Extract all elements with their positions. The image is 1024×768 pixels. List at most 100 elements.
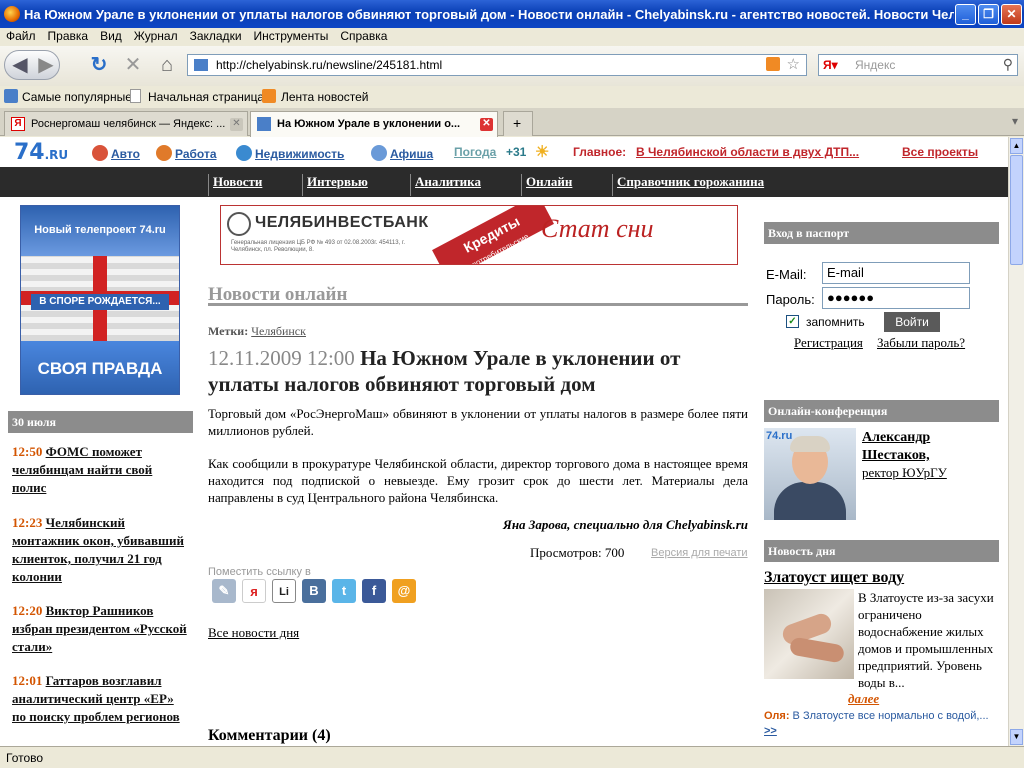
bank-license: Генеральная лицензия ЦБ РФ № 493 от 02.0… (231, 240, 406, 253)
news-item[interactable]: 12:50 ФОМС поможет челябинцам найти свой… (12, 443, 187, 497)
day-news-header: Новость дня (764, 540, 999, 562)
scrollbar-thumb[interactable] (1010, 155, 1023, 265)
comment-text[interactable]: В Златоусте все нормально с водой,... (793, 710, 989, 722)
close-window-button[interactable]: ✕ (1001, 4, 1022, 25)
main-news-link[interactable]: В Челябинской области в двух ДТП... (636, 145, 859, 159)
rss-icon[interactable] (766, 57, 780, 71)
menu-tools[interactable]: Инструменты (248, 28, 335, 43)
news-item[interactable]: 12:23 Челябинский монтажник окон, убивав… (12, 514, 187, 586)
all-projects-link[interactable]: Все проекты (902, 145, 978, 159)
bank-ad-banner[interactable]: ЧЕЛЯБИНВЕСТБАНК Генеральная лицензия ЦБ … (220, 205, 738, 265)
search-icon[interactable]: ⚲ (1003, 56, 1013, 73)
site-favicon-icon (257, 117, 271, 131)
news-item[interactable]: 12:01 Гаттаров возглавил аналитический ц… (12, 672, 187, 726)
tab-article[interactable]: На Южном Урале в уклонении о... ✕ (250, 111, 498, 137)
day-news-photo[interactable] (764, 589, 854, 679)
tab-list-icon[interactable]: ▾ (1012, 114, 1018, 128)
password-field[interactable]: ●●●●●● (822, 287, 970, 309)
twitter-icon[interactable]: t (332, 579, 356, 603)
menu-view[interactable]: Вид (94, 28, 128, 43)
weather-link[interactable]: Погода (454, 145, 496, 159)
bookmark-news-feed[interactable]: Лента новостей (281, 90, 369, 104)
day-news-more-link[interactable]: далее (848, 691, 879, 707)
menu-help[interactable]: Справка (334, 28, 393, 43)
minimize-button[interactable]: _ (955, 4, 976, 25)
remember-checkbox[interactable]: ✓ (786, 315, 799, 328)
vkontakte-icon[interactable]: B (302, 579, 326, 603)
photo-hair (790, 436, 830, 452)
conference-header: Онлайн-конференция (764, 400, 999, 422)
menu-edit[interactable]: Правка (42, 28, 95, 43)
firefox-icon (4, 6, 20, 22)
comments-header: Комментарии (4) (208, 727, 331, 744)
search-bar[interactable]: Я▾ Яндекс ⚲ (818, 54, 1018, 76)
register-link[interactable]: Регистрация (794, 335, 863, 351)
new-tab-button[interactable]: + (503, 111, 533, 136)
url-bar[interactable]: http://chelyabinsk.ru/newsline/245181.ht… (187, 54, 807, 76)
menu-history[interactable]: Журнал (128, 28, 184, 43)
back-icon[interactable]: ◀ (9, 55, 31, 75)
scroll-down-arrow-icon[interactable]: ▼ (1010, 729, 1023, 745)
top-link-work[interactable]: Работа (175, 147, 217, 161)
tab-yandex[interactable]: Я Роснергомаш челябинск — Яндекс: ... ✕ (4, 111, 248, 136)
nav-directory[interactable]: Справочник горожанина (612, 174, 812, 196)
weather-sun-icon: ☀ (535, 144, 550, 161)
top-link-auto[interactable]: Авто (111, 147, 140, 161)
promo-banner[interactable]: Новый телепроект 74.ru В СПОРЕ РОЖДАЕТСЯ… (20, 205, 180, 395)
lj-icon[interactable]: ✎ (212, 579, 236, 603)
maximize-button[interactable]: ❐ (978, 4, 999, 25)
moikrug-icon[interactable]: я (242, 579, 266, 603)
conference-guest-role[interactable]: ректор ЮУрГУ (862, 465, 947, 481)
comment-more-link[interactable]: >> (764, 725, 777, 737)
liveinternet-icon[interactable]: Li (272, 579, 296, 603)
forward-icon[interactable]: ▶ (35, 55, 57, 75)
top-link-poster[interactable]: Афиша (390, 147, 433, 161)
article-tags: Метки: Челябинск (208, 324, 306, 339)
news-item[interactable]: 12:20 Виктор Рашников избран президентом… (12, 602, 187, 656)
article-paragraph: Торговый дом «РосЭнергоМаш» обвиняют в у… (208, 406, 748, 438)
search-placeholder: Яндекс (855, 58, 896, 72)
all-news-link[interactable]: Все новости дня (208, 625, 299, 641)
status-bar: Готово (0, 746, 1024, 768)
tag-link[interactable]: Челябинск (251, 324, 306, 338)
facebook-icon[interactable]: f (362, 579, 386, 603)
poster-icon (371, 145, 387, 161)
promo-top-text: Новый телепроект 74.ru (21, 206, 179, 256)
nav-online[interactable]: Онлайн (521, 174, 609, 196)
mailru-icon[interactable]: @ (392, 579, 416, 603)
stop-icon[interactable]: ✕ (122, 55, 144, 75)
nav-news[interactable]: Новости (208, 174, 300, 196)
logo-number: 74 (14, 140, 45, 165)
site-logo[interactable]: 74.RU (14, 140, 68, 165)
bookmark-popular[interactable]: Самые популярные (22, 90, 132, 104)
vertical-scrollbar[interactable]: ▲ ▼ (1008, 137, 1024, 746)
login-button[interactable]: Войти (884, 312, 940, 332)
email-field[interactable]: E-mail (822, 262, 970, 284)
yandex-engine-icon[interactable]: Я▾ (823, 58, 838, 72)
menu-bookmarks[interactable]: Закладки (184, 28, 248, 43)
author-name: Яна Зарова, (502, 517, 571, 532)
top-link-realty[interactable]: Недвижимость (255, 147, 344, 161)
bookmark-start-page[interactable]: Начальная страница (148, 90, 264, 104)
window-title: На Южном Урале в уклонении от уплаты нал… (24, 7, 954, 22)
nav-interview[interactable]: Интервью (302, 174, 408, 196)
tab-close-icon[interactable]: ✕ (480, 118, 493, 131)
forgot-password-link[interactable]: Забыли пароль? (877, 335, 965, 351)
conference-guest-name[interactable]: Александр Шестаков, (862, 429, 992, 465)
star-bookmark-icon[interactable]: ☆ (787, 55, 800, 73)
article-author: Яна Зарова, специально для Chelyabinsk.r… (503, 517, 748, 533)
day-news-comment: Оля: В Златоусте все нормально с водой,.… (764, 709, 1000, 739)
reload-icon[interactable]: ↻ (88, 55, 110, 75)
day-news-title[interactable]: Златоуст ищет воду (764, 569, 904, 587)
print-version-link[interactable]: Версия для печати (651, 547, 748, 559)
home-icon[interactable]: ⌂ (156, 55, 178, 75)
conference-photo[interactable]: 74.ru (764, 428, 856, 520)
tab-close-icon[interactable]: ✕ (230, 118, 243, 131)
password-label: Пароль: (766, 292, 815, 307)
rss-feed-icon (262, 89, 276, 103)
page-icon (130, 89, 141, 103)
menu-file[interactable]: Файл (0, 28, 42, 43)
status-text: Готово (6, 751, 44, 765)
nav-analytics[interactable]: Аналитика (410, 174, 518, 196)
scroll-up-arrow-icon[interactable]: ▲ (1010, 138, 1023, 154)
